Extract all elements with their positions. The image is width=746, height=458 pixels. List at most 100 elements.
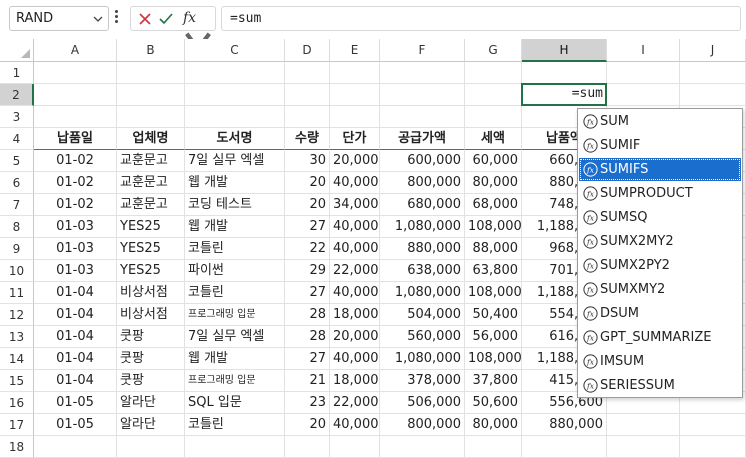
table-cell[interactable]: 29 [285, 260, 330, 282]
row-header-7[interactable]: 7 [0, 194, 34, 216]
table-cell[interactable]: 웹 개발 [185, 172, 285, 194]
table-cell[interactable]: 30 [285, 150, 330, 172]
table-cell[interactable]: 01-02 [34, 172, 117, 194]
table-cell[interactable]: 01-02 [34, 194, 117, 216]
table-cell[interactable]: 22,000 [330, 392, 380, 414]
cell[interactable] [380, 62, 465, 84]
table-cell[interactable]: 23 [285, 392, 330, 414]
column-header-e[interactable]: E [330, 39, 380, 62]
table-cell[interactable]: 28 [285, 304, 330, 326]
autocomplete-item[interactable]: fx SUMIFS [579, 158, 741, 181]
row-header-11[interactable]: 11 [0, 282, 34, 304]
table-cell[interactable]: YES25 [117, 216, 185, 238]
row-header-17[interactable]: 17 [0, 414, 34, 436]
autocomplete-item[interactable]: fx SERIESSUM [579, 374, 741, 397]
table-cell[interactable]: 1,080,000 [380, 348, 465, 370]
table-cell[interactable]: 108,000 [465, 282, 522, 304]
autocomplete-item[interactable]: fx SUMIF [579, 134, 741, 157]
formula-input[interactable]: =sum [221, 6, 741, 31]
table-cell[interactable]: 27 [285, 282, 330, 304]
table-cell[interactable]: 40,000 [330, 238, 380, 260]
table-cell[interactable]: 40,000 [330, 172, 380, 194]
cell[interactable] [607, 62, 680, 84]
cell[interactable] [680, 414, 746, 436]
table-cell[interactable]: 쿳팡 [117, 326, 185, 348]
cell[interactable] [185, 436, 285, 458]
column-header-c[interactable]: C [185, 39, 285, 62]
table-cell[interactable]: 프로그래밍 입문 [185, 370, 285, 392]
row-header-9[interactable]: 9 [0, 238, 34, 260]
cell[interactable] [330, 62, 380, 84]
table-cell[interactable]: 비상서점 [117, 282, 185, 304]
row-header-4[interactable]: 4 [0, 128, 34, 150]
cell[interactable] [285, 84, 330, 106]
table-cell[interactable]: 웹 개발 [185, 216, 285, 238]
column-header-h[interactable]: H [522, 39, 607, 62]
row-header-3[interactable]: 3 [0, 106, 34, 128]
cell[interactable] [34, 84, 117, 106]
row-header-1[interactable]: 1 [0, 62, 34, 84]
table-cell[interactable]: YES25 [117, 238, 185, 260]
cell[interactable] [680, 62, 746, 84]
cell[interactable] [185, 106, 285, 128]
table-cell[interactable]: SQL 입문 [185, 392, 285, 414]
row-header-18[interactable]: 18 [0, 436, 34, 458]
table-cell[interactable]: 680,000 [380, 194, 465, 216]
table-cell[interactable]: 63,800 [465, 260, 522, 282]
table-cell[interactable]: 쿳팡 [117, 370, 185, 392]
table-cell[interactable]: 코틀린 [185, 238, 285, 260]
cell[interactable] [117, 62, 185, 84]
table-cell[interactable]: 27 [285, 348, 330, 370]
table-cell[interactable]: 40,000 [330, 348, 380, 370]
row-header-8[interactable]: 8 [0, 216, 34, 238]
autocomplete-item[interactable]: fx SUMXMY2 [579, 278, 741, 301]
row-header-2[interactable]: 2 [0, 84, 34, 106]
autocomplete-item[interactable]: fx IMSUM [579, 350, 741, 373]
cell[interactable] [465, 84, 522, 106]
table-cell[interactable]: 22,000 [330, 260, 380, 282]
cell[interactable] [34, 436, 117, 458]
table-cell[interactable]: 20 [285, 172, 330, 194]
cell[interactable] [380, 84, 465, 106]
table-cell[interactable]: 코틀린 [185, 414, 285, 436]
table-cell[interactable]: 18,000 [330, 304, 380, 326]
cell[interactable] [680, 84, 746, 106]
table-cell[interactable]: 378,000 [380, 370, 465, 392]
table-cell[interactable]: 코딩 테스트 [185, 194, 285, 216]
table-cell[interactable]: YES25 [117, 260, 185, 282]
table-cell[interactable]: 20 [285, 414, 330, 436]
column-header-a[interactable]: A [34, 39, 117, 62]
table-cell[interactable]: 7일 실무 엑셀 [185, 150, 285, 172]
cell[interactable] [680, 436, 746, 458]
cell[interactable] [522, 436, 607, 458]
column-header-d[interactable]: D [285, 39, 330, 62]
cell[interactable] [34, 62, 117, 84]
table-header[interactable]: 세액 [465, 128, 522, 150]
table-cell[interactable]: 28 [285, 326, 330, 348]
table-cell[interactable]: 01-03 [34, 238, 117, 260]
more-options-icon[interactable] [114, 10, 120, 26]
table-cell[interactable]: 파이썬 [185, 260, 285, 282]
column-header-f[interactable]: F [380, 39, 465, 62]
autocomplete-item[interactable]: fx SUMX2PY2 [579, 254, 741, 277]
autocomplete-item[interactable]: fx SUMX2MY2 [579, 230, 741, 253]
cell[interactable] [380, 106, 465, 128]
cell[interactable] [117, 436, 185, 458]
table-header[interactable]: 업체명 [117, 128, 185, 150]
table-cell[interactable]: 01-03 [34, 260, 117, 282]
table-cell[interactable]: 50,600 [465, 392, 522, 414]
table-cell[interactable]: 01-04 [34, 348, 117, 370]
table-cell[interactable]: 알라단 [117, 392, 185, 414]
table-cell[interactable]: 비상서점 [117, 304, 185, 326]
table-cell[interactable]: 알라단 [117, 414, 185, 436]
cancel-icon[interactable] [137, 11, 153, 27]
column-header-g[interactable]: G [465, 39, 522, 62]
table-cell[interactable]: 800,000 [380, 414, 465, 436]
row-header-13[interactable]: 13 [0, 326, 34, 348]
table-cell[interactable]: 504,000 [380, 304, 465, 326]
table-cell[interactable]: 교훈문고 [117, 150, 185, 172]
autocomplete-item[interactable]: fx GPT_SUMMARIZE [579, 326, 741, 349]
row-header-10[interactable]: 10 [0, 260, 34, 282]
table-cell[interactable]: 20,000 [330, 326, 380, 348]
table-cell[interactable]: 68,000 [465, 194, 522, 216]
